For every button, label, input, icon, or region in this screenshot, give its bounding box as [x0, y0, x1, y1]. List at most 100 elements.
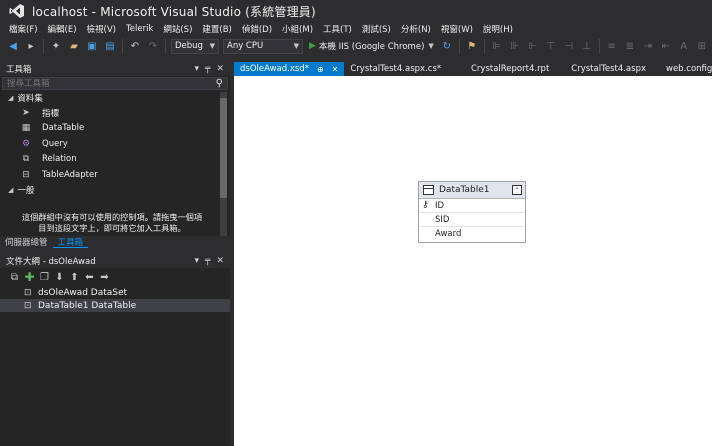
table-icon	[423, 185, 434, 195]
search-icon[interactable]: ⚲	[216, 78, 223, 89]
outdent-icon[interactable]: ⇤	[659, 39, 673, 53]
move-left-icon[interactable]: ⬅	[83, 271, 96, 284]
move-up-icon[interactable]: ⬆	[68, 271, 81, 284]
panel-menu-icon[interactable]: ▾	[195, 64, 200, 74]
bookmark-icon[interactable]: ⊞	[695, 39, 709, 53]
datatable-column-row[interactable]: SID	[419, 213, 525, 227]
menu-view[interactable]: 檢視(V)	[82, 23, 121, 35]
save-all-icon[interactable]: ▤	[103, 39, 117, 53]
toolbox-item-query[interactable]: ⚙ Query	[0, 136, 230, 152]
move-down-icon[interactable]: ⬇	[53, 271, 66, 284]
close-icon[interactable]: ✕	[216, 256, 224, 266]
pin-icon[interactable]: ╤	[205, 64, 210, 74]
save-icon[interactable]: ▣	[85, 39, 99, 53]
expanded-triangle-icon: ◢	[8, 94, 14, 102]
toolbox-item-label: Query	[42, 138, 68, 149]
align-left-icon[interactable]: ⊫	[490, 39, 504, 53]
toolbox-empty-message-line: 目到這段文字上，即可將它加入工具箱。	[38, 223, 186, 233]
align-top-icon[interactable]: ⊤	[544, 39, 558, 53]
menu-help[interactable]: 說明(H)	[478, 23, 518, 35]
toolbox-group-label: 資料集	[17, 94, 43, 104]
toolbar-separator	[483, 39, 485, 53]
datatable-designer-box[interactable]: DataTable1 ⌃ ⚷ ID SID Award	[418, 181, 526, 243]
tab-web-config[interactable]: web.config	[652, 62, 712, 76]
refresh-icon[interactable]: ↻	[440, 39, 454, 53]
column-name: SID	[435, 214, 450, 225]
outline-item-dataset[interactable]: ⊡ dsOleAwad DataSet	[0, 286, 230, 299]
align-right-icon[interactable]: ⊩	[526, 39, 540, 53]
toolbox-group-dataset[interactable]: ◢ 資料集	[0, 91, 230, 105]
toolbar-separator	[122, 39, 123, 53]
pointer-icon: ➤	[22, 107, 30, 118]
start-debugging-label: 本機 IIS (Google Chrome)	[318, 42, 425, 52]
toolbox-header: 工具箱 ▾ ╤ ✕	[0, 62, 230, 76]
menu-website[interactable]: 網站(S)	[158, 23, 197, 35]
panel-menu-icon[interactable]: ▾	[195, 256, 200, 266]
tab-dsoleawad-xsd[interactable]: dsOleAwad.xsd* ⊕ ✕	[234, 62, 345, 76]
toolbox-item-pointer[interactable]: ➤ 指標	[0, 105, 230, 121]
datatable-header[interactable]: DataTable1 ⌃	[419, 182, 525, 199]
indent-icon[interactable]: ⇥	[641, 39, 655, 53]
add-icon[interactable]: ✚	[23, 270, 36, 284]
relation-icon: ⧉	[22, 154, 30, 165]
new-project-icon[interactable]: ✦	[49, 39, 63, 53]
menu-build[interactable]: 建置(B)	[197, 23, 236, 35]
collapse-icon[interactable]: ⌃	[512, 185, 522, 195]
tab-label: CrystalTest4.aspx	[571, 64, 646, 74]
datatable-icon: ▦	[21, 123, 31, 134]
forward-icon[interactable]: ▸	[24, 39, 38, 53]
scrollbar-thumb[interactable]	[220, 98, 227, 198]
font-size-icon[interactable]: A	[677, 39, 691, 53]
menu-tools[interactable]: 工具(T)	[318, 23, 357, 35]
query-icon: ⚙	[21, 138, 31, 149]
align-center-icon[interactable]: ⊪	[508, 39, 522, 53]
menu-debug[interactable]: 偵錯(D)	[237, 23, 277, 35]
pin-icon[interactable]: ⊕	[317, 65, 324, 74]
toolbox-title: 工具箱	[6, 65, 32, 75]
move-right-icon[interactable]: ➡	[98, 271, 111, 284]
view-icon[interactable]: ⧉	[8, 271, 21, 284]
tab-crystaltest4-aspx-cs[interactable]: CrystalTest4.aspx.cs*	[344, 62, 451, 76]
tab-server-explorer[interactable]: 伺服器總管	[0, 236, 53, 248]
align-middle-icon[interactable]: ⊣	[562, 39, 576, 53]
toolbox-scrollbar[interactable]	[220, 92, 227, 238]
pin-icon[interactable]: ╤	[205, 256, 210, 266]
toolbox-item-datatable[interactable]: ▦ DataTable	[0, 121, 230, 137]
tab-crystalreport4-rpt[interactable]: CrystalReport4.rpt	[451, 62, 555, 76]
open-file-icon[interactable]: ▰	[67, 39, 81, 53]
menu-analyze[interactable]: 分析(N)	[396, 23, 436, 35]
browser-link-icon[interactable]: ⚑	[465, 39, 479, 53]
close-icon[interactable]: ✕	[332, 65, 339, 74]
menu-team[interactable]: 小組(M)	[277, 23, 318, 35]
close-icon[interactable]: ✕	[216, 64, 224, 74]
datatable-column-row[interactable]: Award	[419, 227, 525, 241]
menu-telerik[interactable]: Telerik	[121, 24, 158, 34]
comment-icon[interactable]: ≡	[605, 39, 619, 53]
tab-toolbox[interactable]: 工具箱	[52, 236, 89, 248]
visual-studio-logo-icon	[6, 0, 28, 22]
copy-icon[interactable]: ❐	[38, 271, 51, 284]
toolbox-group-label: 一般	[17, 185, 35, 196]
undo-icon[interactable]: ↶	[128, 39, 142, 53]
menu-test[interactable]: 測試(S)	[357, 23, 396, 35]
redo-icon[interactable]: ↷	[146, 39, 160, 53]
solution-configuration-dropdown[interactable]: Debug ▼	[171, 38, 219, 54]
toolbox-item-relation[interactable]: ⧉ Relation	[0, 152, 230, 168]
solution-platform-dropdown[interactable]: Any CPU ▼	[223, 38, 303, 54]
back-icon[interactable]: ◀	[6, 39, 20, 53]
dataset-designer-canvas[interactable]: DataTable1 ⌃ ⚷ ID SID Award	[234, 76, 712, 446]
toolbox-search-input[interactable]	[7, 78, 187, 89]
toolbox-item-tableadapter[interactable]: ⊟ TableAdapter	[0, 167, 230, 183]
menu-window[interactable]: 視窗(W)	[436, 23, 478, 35]
toolbox-item-label: DataTable	[42, 123, 85, 134]
align-bottom-icon[interactable]: ⊥	[580, 39, 594, 53]
start-debugging-button[interactable]: ▶ 本機 IIS (Google Chrome) ▼	[309, 40, 434, 52]
tab-crystaltest4-aspx[interactable]: CrystalTest4.aspx	[555, 62, 652, 76]
datatable-column-row[interactable]: ⚷ ID	[419, 199, 525, 213]
menu-edit[interactable]: 編輯(E)	[43, 23, 82, 35]
menu-file[interactable]: 檔案(F)	[4, 23, 43, 35]
toolbox-group-general[interactable]: ◢ 一般	[0, 183, 230, 197]
toolbox-item-label: TableAdapter	[42, 169, 98, 180]
outline-item-datatable[interactable]: ⊡ DataTable1 DataTable	[0, 299, 230, 312]
uncomment-icon[interactable]: ≣	[623, 39, 637, 53]
